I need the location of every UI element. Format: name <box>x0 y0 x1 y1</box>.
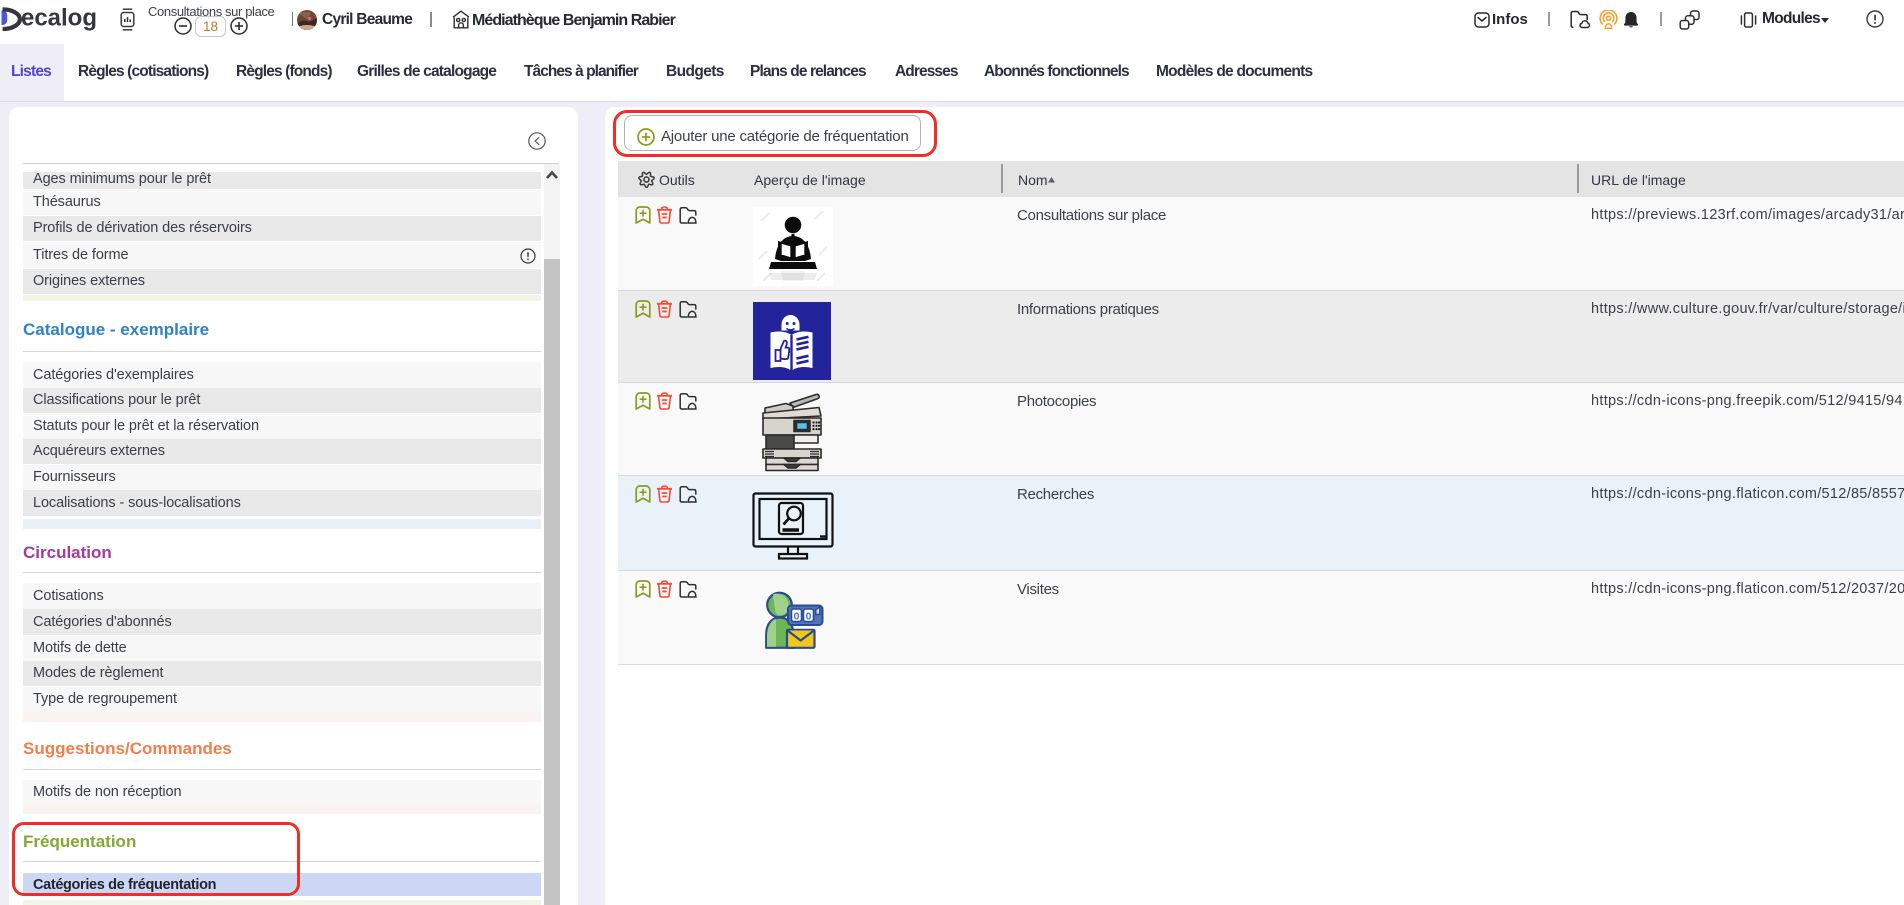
svg-text:0: 0 <box>806 611 812 623</box>
svg-text:ecalog: ecalog <box>21 5 97 32</box>
svg-text:0: 0 <box>794 611 800 623</box>
